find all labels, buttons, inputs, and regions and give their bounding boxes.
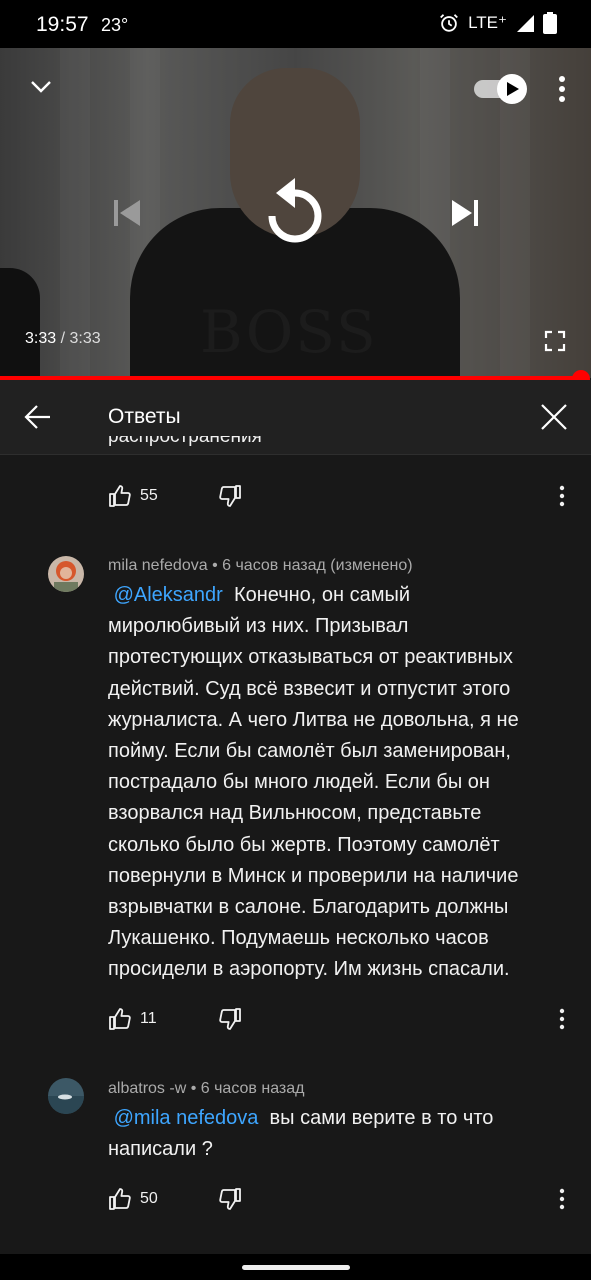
fullscreen-icon[interactable] bbox=[544, 330, 566, 352]
avatar[interactable] bbox=[48, 1078, 84, 1114]
arrow-back-icon[interactable] bbox=[22, 402, 52, 432]
reply-time: 6 часов назад bbox=[200, 1080, 305, 1097]
chevron-down-icon[interactable] bbox=[28, 76, 54, 96]
time-separator: / bbox=[56, 330, 70, 347]
system-nav-bar bbox=[0, 1254, 591, 1280]
video-time: 3:33 / 3:33 bbox=[25, 330, 101, 348]
avatar[interactable] bbox=[48, 556, 84, 592]
replay-icon[interactable] bbox=[262, 176, 328, 248]
reply-author[interactable]: albatros -w bbox=[108, 1080, 186, 1097]
skip-previous-icon[interactable] bbox=[110, 196, 144, 230]
mention-link[interactable]: @mila nefedova bbox=[114, 1107, 259, 1129]
reply-author[interactable]: mila nefedova bbox=[108, 557, 208, 574]
like-count: 55 bbox=[140, 487, 158, 504]
reply-actions: 50 bbox=[108, 1187, 242, 1211]
reply-time: 6 часов назад (изменено) bbox=[222, 557, 413, 574]
reply-text: @mila nefedova вы сами верите в то что н… bbox=[108, 1107, 494, 1161]
network-type: LTE⁺ bbox=[468, 13, 507, 32]
thumb-down-icon[interactable] bbox=[218, 484, 242, 508]
thumb-up-icon[interactable] bbox=[108, 1007, 132, 1031]
reply-actions: 11 bbox=[108, 1007, 242, 1031]
more-vert-icon[interactable] bbox=[553, 1007, 571, 1031]
battery-icon bbox=[543, 12, 557, 34]
reply-meta: mila nefedova • 6 часов назад (изменено) bbox=[108, 557, 413, 574]
status-bar: 19:57 23° LTE⁺ bbox=[0, 0, 591, 48]
replies-header: Ответы bbox=[0, 380, 591, 455]
thumb-down-icon[interactable] bbox=[218, 1187, 242, 1211]
alarm-icon bbox=[438, 12, 460, 34]
thumb-up-icon[interactable] bbox=[108, 1187, 132, 1211]
reply-text: @Aleksandr Конечно, он самый миролюбивый… bbox=[108, 584, 519, 981]
signal-icon bbox=[515, 13, 535, 33]
mention-link[interactable]: @Aleksandr bbox=[114, 584, 223, 606]
more-vert-icon[interactable] bbox=[553, 1187, 571, 1211]
reply-meta: albatros -w • 6 часов назад bbox=[108, 1080, 305, 1097]
current-time: 3:33 bbox=[25, 330, 57, 347]
status-time: 19:57 bbox=[36, 13, 89, 36]
home-gesture-handle[interactable] bbox=[242, 1265, 350, 1270]
autoplay-toggle-icon[interactable] bbox=[472, 72, 532, 106]
like-count: 11 bbox=[140, 1010, 157, 1027]
comment-text-fragment: распространения bbox=[108, 436, 262, 447]
comment-actions: 55 bbox=[108, 484, 242, 508]
like-count: 50 bbox=[140, 1190, 158, 1207]
video-player[interactable]: BOSS 3:33 / 3:33 bbox=[0, 48, 591, 378]
duration: 3:33 bbox=[69, 330, 101, 347]
status-icons: LTE⁺ bbox=[438, 12, 557, 34]
replies-title: Ответы bbox=[108, 405, 181, 428]
thumb-down-icon[interactable] bbox=[218, 1007, 242, 1031]
more-vert-icon[interactable] bbox=[553, 484, 571, 508]
close-icon[interactable] bbox=[540, 403, 568, 431]
skip-next-icon[interactable] bbox=[448, 196, 482, 230]
thumb-up-icon[interactable] bbox=[108, 484, 132, 508]
more-vert-icon[interactable] bbox=[552, 74, 572, 104]
status-temperature: 23° bbox=[101, 15, 129, 35]
